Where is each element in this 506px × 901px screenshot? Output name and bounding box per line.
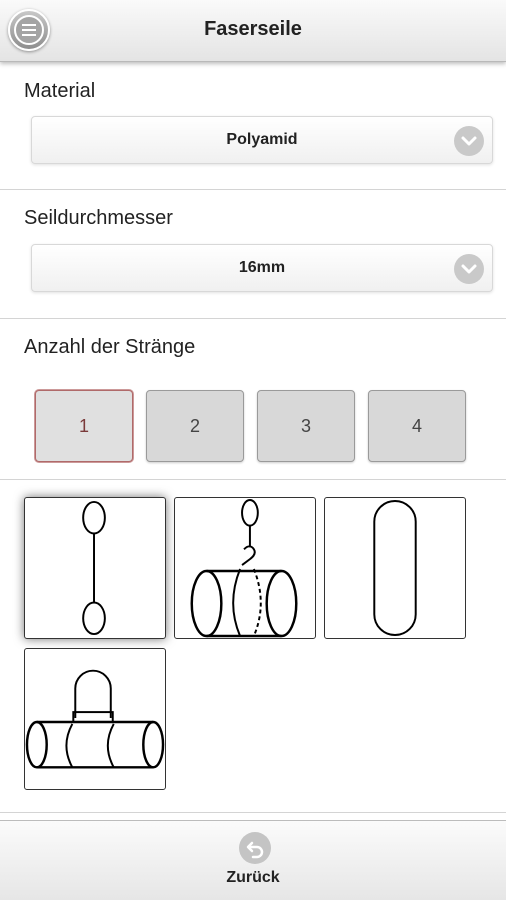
app-header: Faserseile [0, 0, 506, 62]
divider [0, 189, 506, 190]
back-label: Zurück [226, 869, 280, 886]
back-button[interactable]: Zurück [0, 821, 506, 901]
diameter-select[interactable]: 16mm [31, 244, 493, 292]
diameter-label: Seildurchmesser [24, 207, 173, 229]
material-label: Material [24, 80, 96, 102]
divider [0, 479, 506, 480]
attachment-tile-loop[interactable] [324, 497, 466, 639]
diameter-value: 16mm [238, 259, 286, 276]
footer-bar: Zurück [0, 820, 506, 900]
choke-hitch-icon [190, 498, 298, 638]
divider [0, 318, 506, 319]
attachment-tile-choke[interactable] [174, 497, 316, 639]
material-value: Polyamid [226, 131, 298, 148]
attachment-tile-straight[interactable] [24, 497, 166, 639]
chevron-down-icon [454, 126, 484, 156]
chevron-down-icon [454, 254, 484, 284]
strands-label: Anzahl der Stränge [24, 336, 196, 358]
straight-sling-icon [82, 500, 106, 636]
strand-option-2[interactable]: 2 [146, 390, 244, 462]
divider [0, 812, 506, 813]
strand-option-1[interactable]: 1 [35, 390, 133, 462]
loop-sling-icon [373, 499, 417, 637]
page-title: Faserseile [204, 18, 302, 40]
material-select[interactable]: Polyamid [31, 116, 493, 164]
back-arrow-icon [239, 832, 271, 864]
attachment-tile-basket[interactable] [24, 648, 166, 790]
strand-option-4[interactable]: 4 [368, 390, 466, 462]
basket-hitch-icon [25, 669, 165, 769]
strand-option-3[interactable]: 3 [257, 390, 355, 462]
